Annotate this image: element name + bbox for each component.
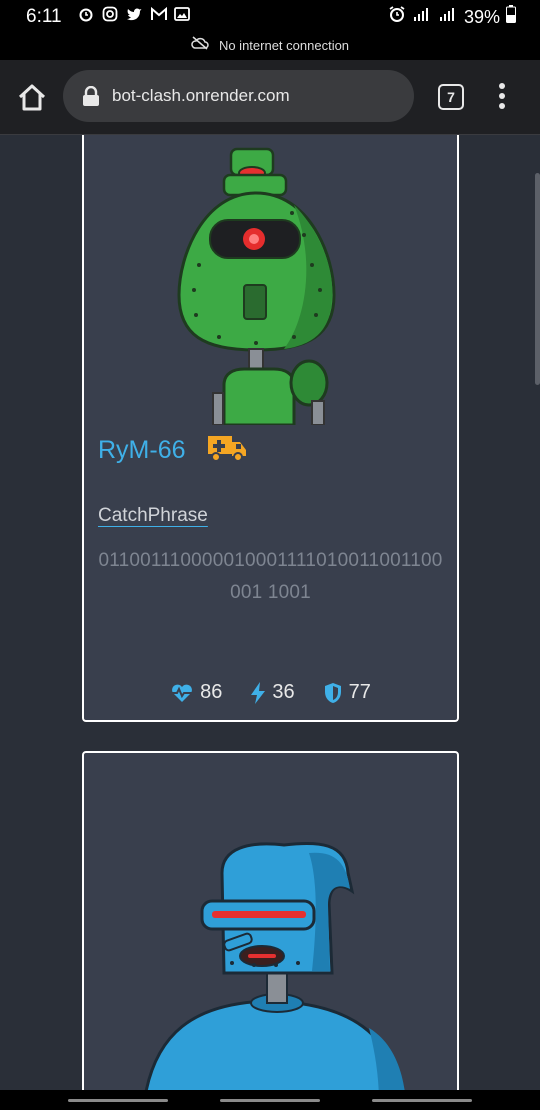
bot-name-row: RyM-66 bbox=[98, 432, 248, 469]
bot-avatar-image bbox=[144, 841, 405, 1090]
twitter-icon bbox=[126, 6, 142, 22]
alarm-notification-icon bbox=[78, 6, 94, 22]
nav-back-button[interactable] bbox=[372, 1099, 472, 1102]
home-icon[interactable] bbox=[16, 82, 48, 114]
bot-card bbox=[82, 751, 459, 1090]
gallery-icon bbox=[174, 6, 190, 22]
connection-banner: No internet connection bbox=[0, 32, 540, 60]
lock-icon[interactable] bbox=[82, 85, 100, 106]
gmail-icon bbox=[150, 6, 167, 22]
connection-text: No internet connection bbox=[218, 38, 350, 53]
address-bar[interactable]: bot-clash.onrender.com bbox=[63, 70, 414, 122]
stat-defense: 77 bbox=[323, 681, 371, 704]
scrollbar[interactable] bbox=[535, 173, 540, 385]
ambulance-icon bbox=[206, 432, 248, 469]
alarm-icon bbox=[388, 5, 406, 29]
catchphrase-text: 011001110000010001111010011001100001 100… bbox=[98, 550, 443, 603]
heartbeat-icon bbox=[170, 683, 194, 703]
stat-attack: 36 bbox=[250, 681, 295, 704]
bot-avatar-image bbox=[177, 147, 336, 425]
browser-toolbar: bot-clash.onrender.com 7 bbox=[0, 60, 540, 135]
bot-stats: 86 36 77 bbox=[84, 681, 457, 704]
health-value: 86 bbox=[200, 681, 223, 703]
defense-value: 77 bbox=[348, 681, 371, 703]
status-time: 6:11 bbox=[26, 6, 62, 27]
battery-icon bbox=[506, 5, 516, 29]
stat-health: 86 bbox=[170, 681, 222, 704]
status-bar: 6:11 39% bbox=[0, 0, 540, 32]
nav-recent-button[interactable] bbox=[68, 1099, 168, 1102]
attack-value: 36 bbox=[272, 681, 295, 703]
url-text[interactable]: bot-clash.onrender.com bbox=[112, 86, 290, 106]
status-right: 39% bbox=[388, 5, 516, 29]
system-nav-bar bbox=[0, 1090, 540, 1110]
cloud-off-icon bbox=[191, 32, 209, 60]
more-options-icon[interactable] bbox=[495, 82, 509, 112]
catchphrase-label: CatchPhrase bbox=[98, 505, 208, 526]
bot-name: RyM-66 bbox=[98, 436, 186, 464]
tab-switcher-button[interactable]: 7 bbox=[438, 84, 464, 110]
page-content[interactable]: RyM-66 CatchPhrase 011001110000010001111… bbox=[0, 135, 540, 1090]
shield-icon bbox=[323, 682, 343, 704]
signal-icon-2 bbox=[438, 6, 458, 28]
bot-card: RyM-66 CatchPhrase 011001110000010001111… bbox=[82, 135, 459, 722]
lightning-icon bbox=[250, 681, 266, 704]
battery-percentage: 39% bbox=[463, 6, 500, 27]
nav-home-button[interactable] bbox=[220, 1099, 320, 1102]
notification-icons bbox=[78, 6, 190, 22]
instagram-icon bbox=[102, 6, 118, 22]
signal-icon bbox=[412, 6, 432, 28]
